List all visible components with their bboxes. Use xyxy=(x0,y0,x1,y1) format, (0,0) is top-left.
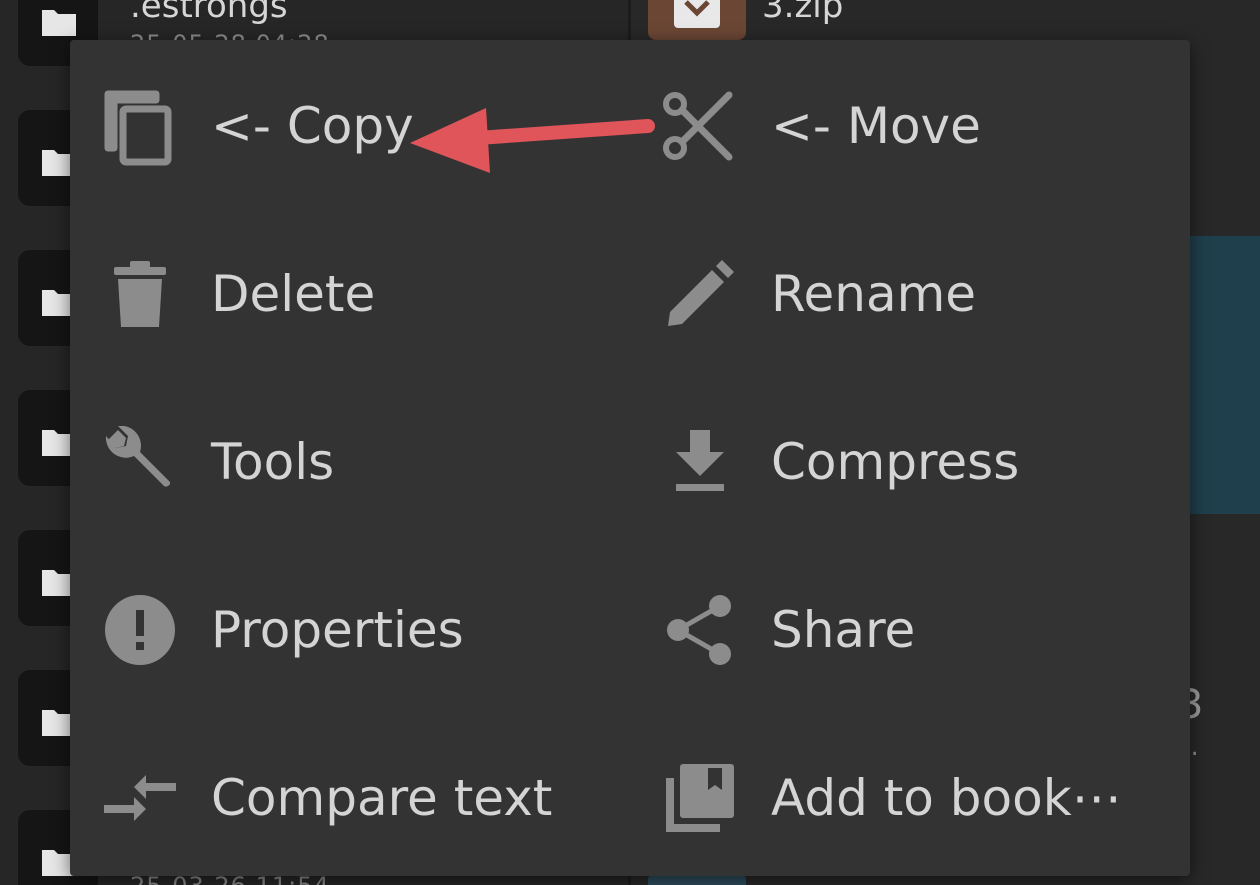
pencil-icon xyxy=(662,256,738,332)
menu-item-compare-text[interactable]: Compare text xyxy=(70,733,610,863)
share-icon xyxy=(662,592,738,668)
menu-item-compress[interactable]: Compress xyxy=(630,397,1170,527)
menu-item-delete[interactable]: Delete xyxy=(70,229,610,359)
context-menu: <- Copy <- Move Delete Rename Tools Comp… xyxy=(70,40,1190,876)
menu-item-move[interactable]: <- Move xyxy=(630,61,1170,191)
info-alert-icon xyxy=(102,592,178,668)
selected-item-highlight xyxy=(1190,236,1260,514)
menu-item-label: Compare text xyxy=(211,769,553,827)
menu-item-label: <- Copy xyxy=(211,97,414,155)
file-name: 3.zip xyxy=(762,0,844,26)
wrench-icon xyxy=(102,424,178,500)
menu-item-rename[interactable]: Rename xyxy=(630,229,1170,359)
menu-item-share[interactable]: Share xyxy=(630,565,1170,695)
menu-item-label: Properties xyxy=(211,601,464,659)
menu-item-label: Add to book⋯ xyxy=(771,769,1122,827)
trash-icon xyxy=(102,256,178,332)
screen: .estrongs 25-05-28 04:28 25-03-26 11:54 … xyxy=(0,0,1260,885)
zip-file-icon[interactable] xyxy=(648,0,746,40)
menu-item-label: Compress xyxy=(771,433,1020,491)
menu-item-label: Share xyxy=(771,601,916,659)
menu-item-tools[interactable]: Tools xyxy=(70,397,610,527)
menu-item-properties[interactable]: Properties xyxy=(70,565,610,695)
file-name: .estrongs xyxy=(130,0,288,26)
bookmarks-icon xyxy=(662,760,738,836)
menu-item-label: Delete xyxy=(211,265,376,323)
menu-item-label: Rename xyxy=(771,265,977,323)
compare-arrows-icon xyxy=(102,760,178,836)
menu-item-label: Tools xyxy=(211,433,335,491)
download-icon xyxy=(662,424,738,500)
menu-item-label: <- Move xyxy=(771,97,981,155)
copy-icon xyxy=(102,88,178,166)
menu-item-add-to-bookmarks[interactable]: Add to book⋯ xyxy=(630,733,1170,863)
scissors-icon xyxy=(662,88,738,164)
menu-item-copy[interactable]: <- Copy xyxy=(70,61,610,191)
